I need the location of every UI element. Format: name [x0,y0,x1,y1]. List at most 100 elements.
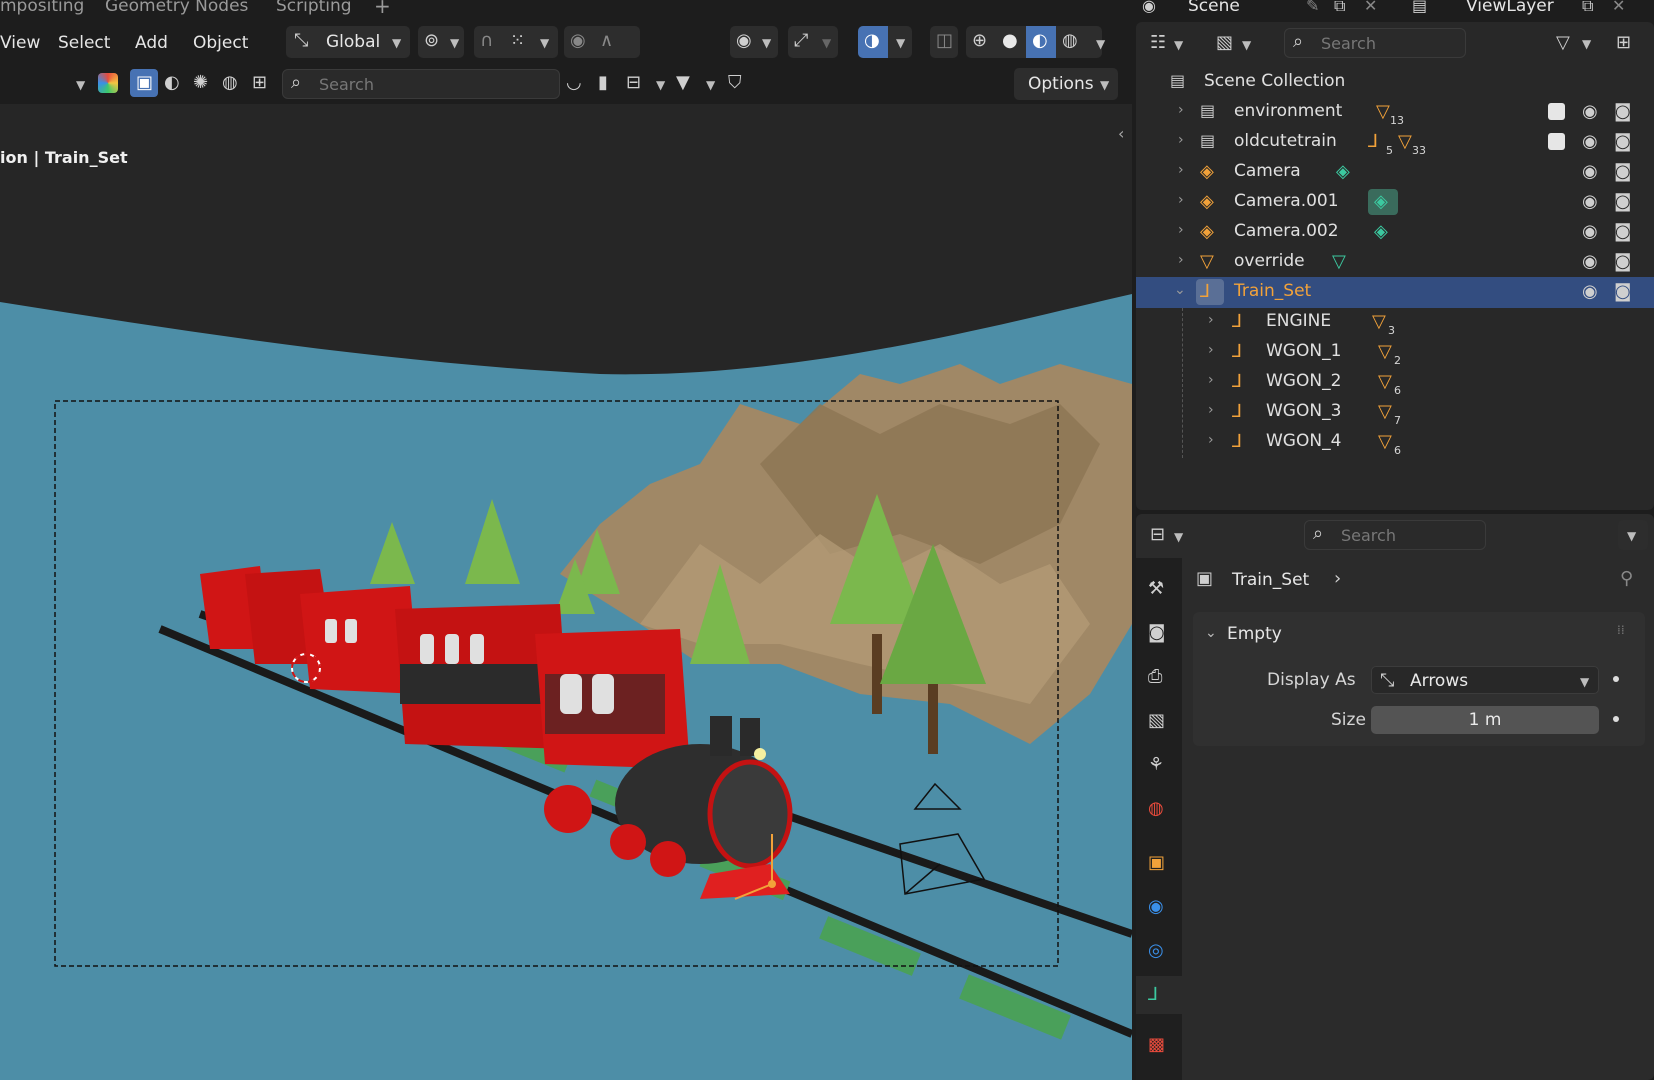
expand-chevron-icon[interactable]: › [1178,132,1184,148]
eye-icon[interactable]: ◉ [1582,163,1598,181]
eye-icon[interactable]: ◉ [1582,223,1598,241]
outliner-row-train-set[interactable]: ⌄ ⅃ Train_Set ◉ ◙ [1136,277,1654,308]
menu-add[interactable]: Add [135,33,168,53]
new-collection-icon[interactable]: ⊞ [1616,34,1631,52]
tab-physics[interactable]: ◉ [1136,888,1182,926]
transform-orientation-dropdown[interactable]: ⤡ Global ▼ [286,26,410,58]
eye-icon[interactable]: ◉ [1582,283,1598,301]
rendered-shading-icon[interactable]: ◍ [1062,32,1078,50]
outliner-row-override[interactable]: › ▽ override ▽ ◉ ◙ [1136,247,1654,278]
outliner-row-wgon-1[interactable]: › ⅃ WGON_1 ▽ 2 [1136,337,1654,368]
tab-output[interactable]: ⎙ [1136,658,1182,696]
tab-texture[interactable]: ▩ [1136,1026,1182,1064]
properties-search-input[interactable]: ⌕ Search [1304,520,1486,550]
light-filter-icon[interactable]: ⊞ [252,74,267,92]
viewlayer-icon[interactable]: ▤ [1412,0,1427,14]
outliner-row-camera-001[interactable]: › ◈ Camera.001 ◈ ◉ ◙ [1136,187,1654,218]
chevron-down-icon[interactable]: ▼ [706,78,715,92]
eye-icon[interactable]: ◉ [1582,133,1598,151]
workspace-tab-compositing[interactable]: mpositing [0,0,84,16]
tab-render[interactable]: ◙ [1136,614,1182,652]
particles-filter-icon[interactable]: ✺ [193,74,208,92]
mesh-filter-icon[interactable]: ◐ [164,74,180,92]
properties-options-dropdown[interactable]: ▼ [1618,520,1648,550]
tab-tool[interactable]: ⚒ [1136,570,1182,608]
tab-object[interactable]: ▣ [1136,844,1182,882]
outliner-row-camera-002[interactable]: › ◈ Camera.002 ◈ ◉ ◙ [1136,217,1654,248]
outliner-row-camera[interactable]: › ◈ Camera ◈ ◉ ◙ [1136,157,1654,188]
solid-shading-icon[interactable]: ● [1002,32,1018,50]
hierarchy-icon[interactable]: ⊟ [626,74,641,92]
pivot-point-dropdown[interactable]: ⊚ ▼ [418,26,464,58]
tab-constraints[interactable]: ◎ [1136,932,1182,970]
add-workspace-button[interactable]: + [374,0,391,18]
collapse-chevron-icon[interactable]: ⌄ [1174,282,1186,298]
outliner-row-wgon-4[interactable]: › ⅃ WGON_4 ▽ 6 [1136,427,1654,458]
tab-scene[interactable]: ⚘ [1136,746,1182,784]
filter-icon[interactable]: ▼ [676,74,690,92]
camera-render-icon[interactable]: ◙ [1614,253,1631,271]
camera-render-icon[interactable]: ◙ [1614,223,1631,241]
menu-view[interactable]: View [0,33,40,53]
pin-icon[interactable]: ✎ [1306,0,1319,14]
keyframe-dot[interactable] [1613,716,1619,722]
xray-toggle[interactable]: ◫ [930,26,958,58]
eye-icon[interactable]: ◉ [1582,193,1598,211]
expand-chevron-icon[interactable]: › [1208,372,1214,388]
chevron-down-icon[interactable]: ▼ [656,78,665,92]
size-field[interactable]: 1 m [1371,706,1599,734]
expand-chevron-icon[interactable]: › [1178,222,1184,238]
workspace-tab-scripting[interactable]: Scripting [276,0,352,16]
new-viewlayer-icon[interactable]: ⧉ [1582,0,1593,14]
proportional-edit-toggle[interactable]: ◉ ∧ [564,26,640,58]
close-icon[interactable]: ✕ [1364,0,1377,14]
panel-title[interactable]: Empty [1227,624,1282,644]
camera-render-icon[interactable]: ◙ [1614,133,1631,151]
workspace-tab-geometry-nodes[interactable]: Geometry Nodes [105,0,248,16]
outliner-row-engine[interactable]: › ⅃ ENGINE ▽ 3 [1136,307,1654,338]
expand-chevron-icon[interactable]: › [1178,192,1184,208]
expand-chevron-icon[interactable]: › [1178,252,1184,268]
menu-select[interactable]: Select [58,33,110,53]
camera-render-icon[interactable]: ◙ [1614,283,1631,301]
outliner-row-wgon-3[interactable]: › ⅃ WGON_3 ▽ 7 [1136,397,1654,428]
options-dropdown[interactable]: Options ▼ [1014,68,1118,100]
menu-object[interactable]: Object [193,33,248,53]
view-layer-filter-dropdown[interactable]: ▧ ▼ [1210,28,1258,58]
outliner-row-scene-collection[interactable]: ▤ Scene Collection [1136,67,1654,98]
keyframe-dot[interactable] [1613,676,1619,682]
expand-chevron-icon[interactable]: › [1178,102,1184,118]
collapse-chevron-icon[interactable]: ⌄ [1205,626,1217,640]
wireframe-shading-icon[interactable]: ⊕ [972,32,987,50]
expand-chevron-icon[interactable]: › [1178,162,1184,178]
expand-chevron-icon[interactable]: › [1208,312,1214,328]
outliner-row-environment[interactable]: › ▤ environment ▽ 13 ◉ ◙ [1136,97,1654,128]
camera-render-icon[interactable]: ◙ [1614,193,1631,211]
tab-world[interactable]: ◍ [1136,790,1182,828]
outliner-row-oldcutetrain[interactable]: › ▤ oldcutetrain ⅃ 5 ▽ 33 ◉ ◙ [1136,127,1654,158]
viewport-search-input[interactable]: ⌕ Search [282,69,560,99]
scene-name[interactable]: Scene [1188,0,1240,16]
camera-render-icon[interactable]: ◙ [1614,163,1631,181]
visibility-dropdown[interactable]: ◉ ▼ [730,26,778,58]
display-as-dropdown[interactable]: ⤡ Arrows ▼ [1371,666,1599,694]
tab-view-layer[interactable]: ▧ [1136,702,1182,740]
filter-icon[interactable]: ▽ [1556,34,1570,52]
expand-chevron-icon[interactable]: › [1208,342,1214,358]
tab-object-data[interactable]: ⅃ [1136,976,1182,1014]
expand-chevron-icon[interactable]: › [1208,432,1214,448]
eye-icon[interactable]: ◉ [1582,253,1598,271]
bookmark-icon[interactable]: ▮ [598,74,608,92]
expand-chevron-icon[interactable]: › [1208,402,1214,418]
3d-viewport[interactable]: ion | Train_Set ‹ [0,104,1132,1080]
camera-render-icon[interactable]: ◙ [1614,103,1631,121]
sidebar-toggle-chevron[interactable]: ‹ [1118,126,1124,142]
outliner-row-wgon-2[interactable]: › ⅃ WGON_2 ▽ 6 [1136,367,1654,398]
viewlayer-name[interactable]: ViewLayer [1466,0,1554,16]
new-scene-icon[interactable]: ⧉ [1334,0,1345,14]
world-filter-icon[interactable]: ◍ [222,74,238,92]
gizmo-dropdown[interactable]: ⤢ ▼ [788,26,838,58]
eye-icon[interactable]: ◉ [1582,103,1598,121]
shading-options-chevron[interactable]: ▼ [1096,37,1105,51]
curve-icon[interactable]: ◡ [566,74,582,92]
